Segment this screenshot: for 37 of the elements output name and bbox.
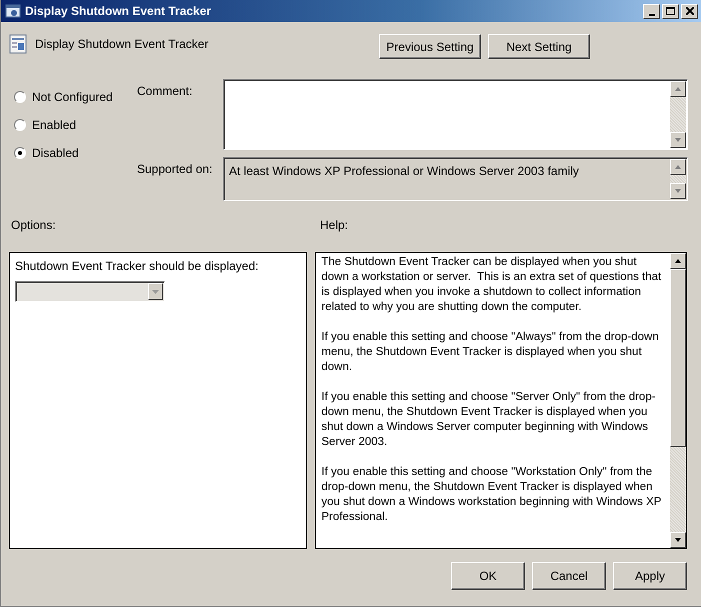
supported-on-text: At least Windows XP Professional or Windows Server 2003 family	[229, 164, 579, 178]
comment-field[interactable]	[223, 79, 688, 150]
policy-icon	[9, 34, 27, 54]
radio-label: Not Configured	[32, 90, 113, 104]
options-prompt: Shutdown Event Tracker should be displayed:	[15, 259, 260, 273]
dropdown-arrow-icon	[149, 288, 162, 296]
radio-button[interactable]	[14, 91, 26, 103]
field-label: Supported on:	[137, 161, 214, 178]
maximize-icon	[666, 7, 675, 15]
minimize-icon	[648, 14, 654, 16]
radio-button[interactable]	[14, 119, 26, 131]
section-label: Help:	[320, 218, 348, 232]
scroll-bar[interactable]	[670, 253, 686, 548]
help-paragraph: If you enable this setting and choose "Always" from the drop-down menu, the Shutdown Event Tracker is displayed when you shut down.	[321, 330, 660, 375]
section-label: Options:	[11, 218, 57, 232]
field-label: Comment:	[137, 83, 194, 100]
radio-label: Enabled	[32, 118, 76, 132]
help-paragraph: If you enable this setting and choose "Workstation Only" from the drop-down menu, the Shutdown Event Tracker is displayed when you shut down a Windows workstation beginning with Windows XP Professional.	[321, 465, 662, 525]
setting-nav-button[interactable]: Previous Setting	[379, 34, 481, 59]
minimize-button[interactable]	[643, 4, 660, 18]
scroll-thumb[interactable]	[670, 269, 686, 447]
scroll-bar[interactable]	[670, 81, 686, 148]
setting-nav-button[interactable]: Next Setting	[488, 34, 590, 59]
dialog-button[interactable]: Apply	[613, 562, 687, 590]
radio-label: Disabled	[32, 146, 79, 160]
window-title: Display Shutdown Event Tracker	[25, 4, 212, 18]
help-paragraph: If you enable this setting and choose "Server Only" from the drop-down menu, the Shutdown Event Tracker is displayed when you shut down a Windows Server computer beginning with Windows Server 2003.	[321, 390, 657, 450]
app-icon	[5, 3, 21, 19]
maximize-button[interactable]	[662, 4, 679, 18]
radio-button[interactable]	[14, 147, 26, 159]
close-icon	[686, 7, 694, 15]
scroll-bar[interactable]	[670, 159, 686, 199]
dialog-button[interactable]: OK	[451, 562, 525, 590]
close-button[interactable]	[681, 4, 698, 18]
help-paragraph: The Shutdown Event Tracker can be displayed when you shut down a workstation or server. This is an extra set of questions that is displayed when you invoke a shutdown to collect information related to why you are shutting down the computer.	[321, 255, 662, 315]
setting-title: Display Shutdown Event Tracker	[35, 37, 208, 51]
dialog-button[interactable]: Cancel	[532, 562, 606, 590]
